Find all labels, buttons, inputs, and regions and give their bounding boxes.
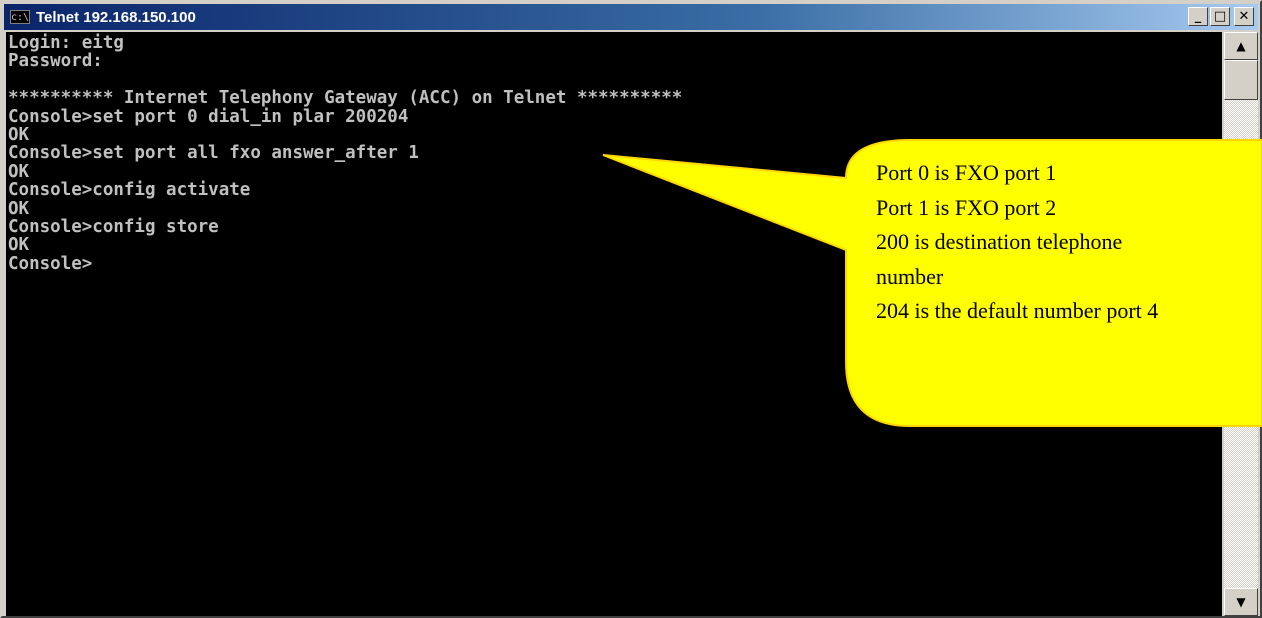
- callout-annotation: Port 0 is FXO port 1 Port 1 is FXO port …: [876, 156, 1262, 329]
- callout-line: number: [876, 263, 944, 289]
- callout-line: 200 is destination telephone: [876, 229, 1123, 254]
- callout-line: 204 is the default number port 4: [876, 298, 1159, 323]
- callout-line: Port 1 is FXO port 2: [876, 194, 1057, 220]
- callout-line: Port 0 is FXO port 1: [876, 160, 1057, 185]
